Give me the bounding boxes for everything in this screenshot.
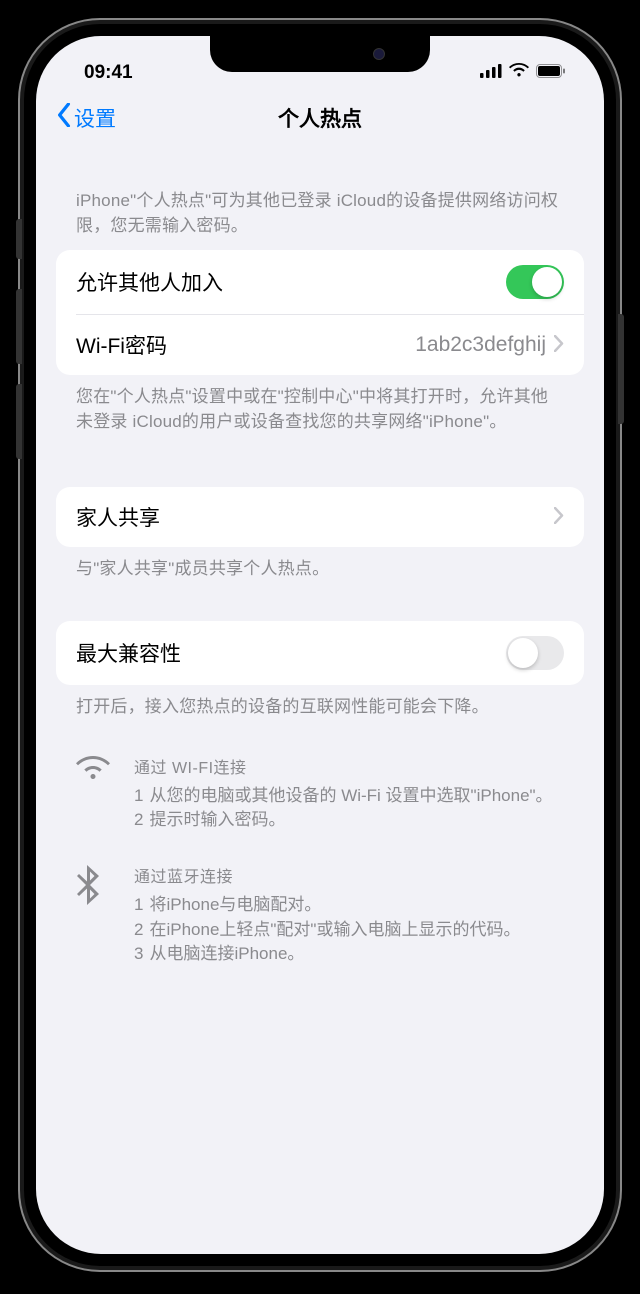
header-description: iPhone"个人热点"可为其他已登录 iCloud的设备提供网络访问权限，您无… bbox=[56, 151, 584, 250]
wifi-password-label: Wi-Fi密码 bbox=[76, 330, 415, 360]
back-label: 设置 bbox=[74, 103, 116, 133]
front-camera-icon bbox=[373, 48, 385, 60]
toggle-knob bbox=[508, 638, 538, 668]
compat-group: 最大兼容性 bbox=[56, 621, 584, 685]
battery-icon bbox=[536, 62, 566, 84]
page-title: 个人热点 bbox=[36, 103, 604, 133]
max-compat-label: 最大兼容性 bbox=[76, 638, 506, 668]
max-compat-toggle[interactable] bbox=[506, 636, 564, 670]
bluetooth-icon bbox=[76, 863, 112, 967]
wifi-icon bbox=[509, 62, 529, 84]
bluetooth-instructions: 通过蓝牙连接 1将iPhone与电脑配对。 2在iPhone上轻点"配对"或输入… bbox=[76, 863, 564, 967]
toggle-knob bbox=[532, 267, 562, 297]
bt-step-2: 2在iPhone上轻点"配对"或输入电脑上显示的代码。 bbox=[134, 918, 564, 943]
instructions: 通过 WI-FI连接 1从您的电脑或其他设备的 Wi-Fi 设置中选取"iPho… bbox=[56, 732, 584, 967]
wifi-inst-title: 通过 WI-FI连接 bbox=[134, 754, 564, 778]
status-time: 09:41 bbox=[84, 62, 133, 84]
allow-others-footer: 您在"个人热点"设置中或在"控制中心"中将其打开时，允许其他未登录 iCloud… bbox=[56, 375, 584, 446]
hotspot-group: 允许其他人加入 Wi-Fi密码 1ab2c3defghij bbox=[56, 250, 584, 375]
chevron-left-icon bbox=[56, 103, 72, 133]
wifi-icon bbox=[76, 754, 112, 833]
wifi-step-1: 1从您的电脑或其他设备的 Wi-Fi 设置中选取"iPhone"。 bbox=[134, 784, 564, 809]
notch bbox=[210, 36, 430, 72]
compat-footer: 打开后，接入您热点的设备的互联网性能可能会下降。 bbox=[56, 685, 584, 732]
chevron-right-icon bbox=[554, 504, 564, 530]
family-sharing-label: 家人共享 bbox=[76, 502, 554, 532]
device-frame: 09:41 设置 个人热点 bbox=[20, 20, 620, 1270]
family-footer: 与"家人共享"成员共享个人热点。 bbox=[56, 547, 584, 594]
wifi-password-row[interactable]: Wi-Fi密码 1ab2c3defghij bbox=[76, 314, 584, 375]
allow-others-label: 允许其他人加入 bbox=[76, 267, 506, 297]
nav-bar: 设置 个人热点 bbox=[36, 91, 604, 151]
back-button[interactable]: 设置 bbox=[56, 103, 116, 133]
family-group: 家人共享 bbox=[56, 487, 584, 547]
mute-switch bbox=[16, 219, 22, 259]
volume-up-button bbox=[16, 289, 22, 364]
screen: 09:41 设置 个人热点 bbox=[36, 36, 604, 1254]
bt-step-3: 3从电脑连接iPhone。 bbox=[134, 942, 564, 967]
chevron-right-icon bbox=[554, 332, 564, 358]
bt-step-1: 1将iPhone与电脑配对。 bbox=[134, 893, 564, 918]
max-compat-row[interactable]: 最大兼容性 bbox=[56, 621, 584, 685]
wifi-password-value: 1ab2c3defghij bbox=[415, 333, 546, 357]
volume-down-button bbox=[16, 384, 22, 459]
allow-others-row[interactable]: 允许其他人加入 bbox=[56, 250, 584, 314]
cellular-icon bbox=[480, 62, 502, 84]
bt-inst-title: 通过蓝牙连接 bbox=[134, 863, 564, 887]
allow-others-toggle[interactable] bbox=[506, 265, 564, 299]
wifi-step-2: 2提示时输入密码。 bbox=[134, 808, 564, 833]
wifi-instructions: 通过 WI-FI连接 1从您的电脑或其他设备的 Wi-Fi 设置中选取"iPho… bbox=[76, 754, 564, 833]
power-button bbox=[618, 314, 624, 424]
family-sharing-row[interactable]: 家人共享 bbox=[56, 487, 584, 547]
